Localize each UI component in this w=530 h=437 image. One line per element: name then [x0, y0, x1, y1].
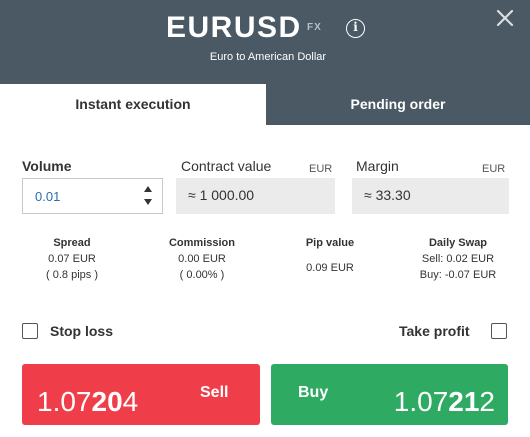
symbol-title: EURUSD	[166, 11, 302, 44]
symbol-type-badge: FX	[307, 22, 322, 33]
order-type-tabs: Instant execution Pending order	[0, 84, 530, 125]
daily-swap-sell: Sell: 0.02 EUR	[421, 253, 495, 265]
commission-title: Commission	[168, 237, 235, 249]
close-icon[interactable]	[493, 6, 517, 30]
pip-value-info: Pip value 0.09 EUR	[280, 235, 380, 276]
symbol-description: Euro to American Dollar	[209, 51, 327, 63]
commission-value: 0.00 EUR	[178, 253, 226, 265]
info-icon[interactable]: i	[346, 19, 365, 38]
buy-label: Buy	[298, 384, 329, 401]
decrement-icon[interactable]	[144, 199, 152, 205]
buy-price: 1.07212	[393, 386, 495, 417]
contract-value-field: ≈ 1 000.00	[176, 178, 335, 214]
spread-pips: ( 0.8 pips )	[46, 269, 98, 281]
volume-stepper-arrows[interactable]	[144, 186, 154, 208]
daily-swap-buy: Buy: -0.07 EUR	[419, 269, 497, 281]
contract-value-label: Contract value	[181, 158, 272, 174]
spread-title: Spread	[53, 237, 91, 249]
sell-label: Sell	[200, 384, 229, 401]
take-profit-label[interactable]: Take profit	[399, 323, 470, 339]
margin-currency: EUR	[482, 163, 506, 175]
buy-button[interactable]: Buy 1.07212	[271, 364, 508, 425]
daily-swap-info: Daily Swap Sell: 0.02 EUR Buy: -0.07 EUR	[406, 235, 510, 283]
sell-button[interactable]: 1.07204 Sell	[22, 364, 260, 425]
pip-value-title: Pip value	[305, 237, 355, 249]
tab-instant-execution[interactable]: Instant execution	[0, 84, 266, 125]
sell-price: 1.07204	[37, 386, 139, 417]
contract-value: ≈ 1 000.00	[188, 187, 255, 203]
daily-swap-title: Daily Swap	[428, 237, 488, 249]
volume-input[interactable]: 0.01	[35, 189, 60, 204]
contract-value-currency: EUR	[309, 163, 333, 175]
stop-loss-label[interactable]: Stop loss	[50, 323, 113, 339]
volume-stepper[interactable]: 0.01	[22, 178, 163, 214]
dialog-header: EURUSD FX i Euro to American Dollar	[0, 0, 530, 84]
tab-pending-order[interactable]: Pending order	[266, 84, 530, 125]
volume-label: Volume	[22, 158, 72, 174]
spread-info: Spread 0.07 EUR ( 0.8 pips )	[22, 235, 122, 283]
spread-value: 0.07 EUR	[48, 253, 96, 265]
increment-icon[interactable]	[144, 186, 152, 192]
take-profit-checkbox[interactable]	[491, 323, 507, 339]
pip-value: 0.09 EUR	[306, 262, 354, 274]
commission-info: Commission 0.00 EUR ( 0.00% )	[147, 235, 257, 283]
margin-label: Margin	[356, 158, 399, 174]
stop-loss-checkbox[interactable]	[22, 323, 38, 339]
margin-field: ≈ 33.30	[352, 178, 509, 214]
margin-value: ≈ 33.30	[364, 187, 411, 203]
commission-percent: ( 0.00% )	[179, 269, 225, 281]
